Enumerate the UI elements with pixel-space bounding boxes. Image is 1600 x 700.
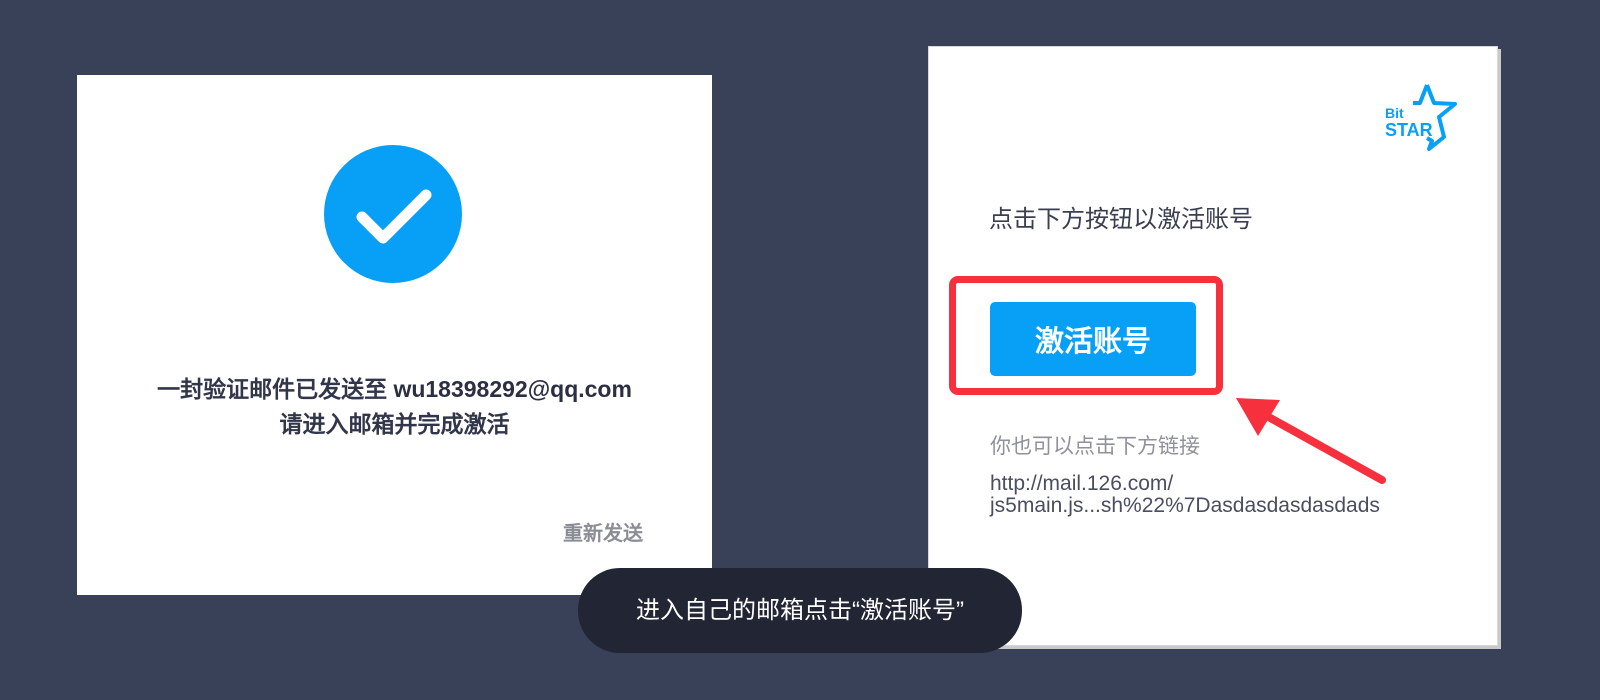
- email-sent-prefix: 一封验证邮件已发送至: [157, 376, 394, 402]
- stage: 一封验证邮件已发送至 wu18398292@qq.com 请进入邮箱并完成激活 …: [0, 0, 1600, 700]
- activation-link-line2: js5main.js...sh%22%7Dasdasdasdasdads: [990, 494, 1380, 517]
- logo-text-bit: Bit: [1385, 105, 1404, 121]
- email-address: wu18398292@qq.com: [393, 376, 632, 402]
- logo-text-star: STAR: [1385, 120, 1433, 140]
- alternative-link-hint: 你也可以点击下方链接: [990, 435, 1200, 458]
- resend-button[interactable]: 重新发送: [563, 517, 643, 546]
- red-arrow-icon: [1236, 398, 1386, 484]
- activation-link-line1: http://mail.126.com/: [990, 472, 1174, 495]
- email-preview-card: Bit STAR 点击下方按钮以激活账号 激活账号 你也可以点击下方链接 htt…: [928, 46, 1498, 646]
- email-sent-message: 一封验证邮件已发送至 wu18398292@qq.com: [77, 370, 712, 404]
- confirmation-card: 一封验证邮件已发送至 wu18398292@qq.com 请进入邮箱并完成激活 …: [77, 75, 712, 595]
- checkmark-icon: [324, 145, 462, 283]
- tooltip-bubble: 进入自己的邮箱点击“激活账号”: [578, 568, 1022, 653]
- bitstar-logo: Bit STAR: [1385, 84, 1457, 151]
- activate-account-button[interactable]: 激活账号: [990, 302, 1196, 376]
- enter-mailbox-message: 请进入邮箱并完成激活: [279, 411, 510, 437]
- activation-instruction: 点击下方按钮以激活账号: [989, 206, 1253, 233]
